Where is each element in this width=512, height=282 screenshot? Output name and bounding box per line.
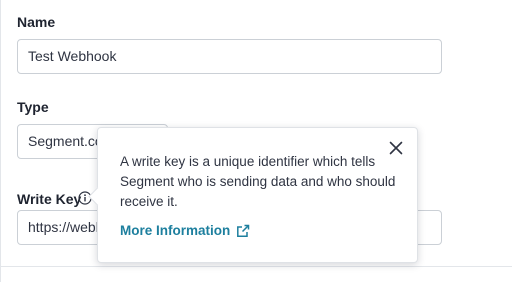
webhook-form: Name Test Webhook Type Segment.com Write… xyxy=(0,0,512,282)
section-divider xyxy=(1,266,512,267)
name-input[interactable]: Test Webhook xyxy=(17,39,442,74)
more-information-link[interactable]: More Information xyxy=(120,223,250,238)
type-label: Type xyxy=(17,99,49,115)
external-link-icon xyxy=(237,224,250,237)
write-key-popover: A write key is a unique identifier which… xyxy=(88,127,418,263)
popover-description: A write key is a unique identifier which… xyxy=(120,154,396,209)
name-label: Name xyxy=(17,14,56,30)
write-key-label: Write Key xyxy=(17,191,82,207)
close-icon[interactable] xyxy=(386,138,406,158)
more-information-label: More Information xyxy=(120,223,231,238)
